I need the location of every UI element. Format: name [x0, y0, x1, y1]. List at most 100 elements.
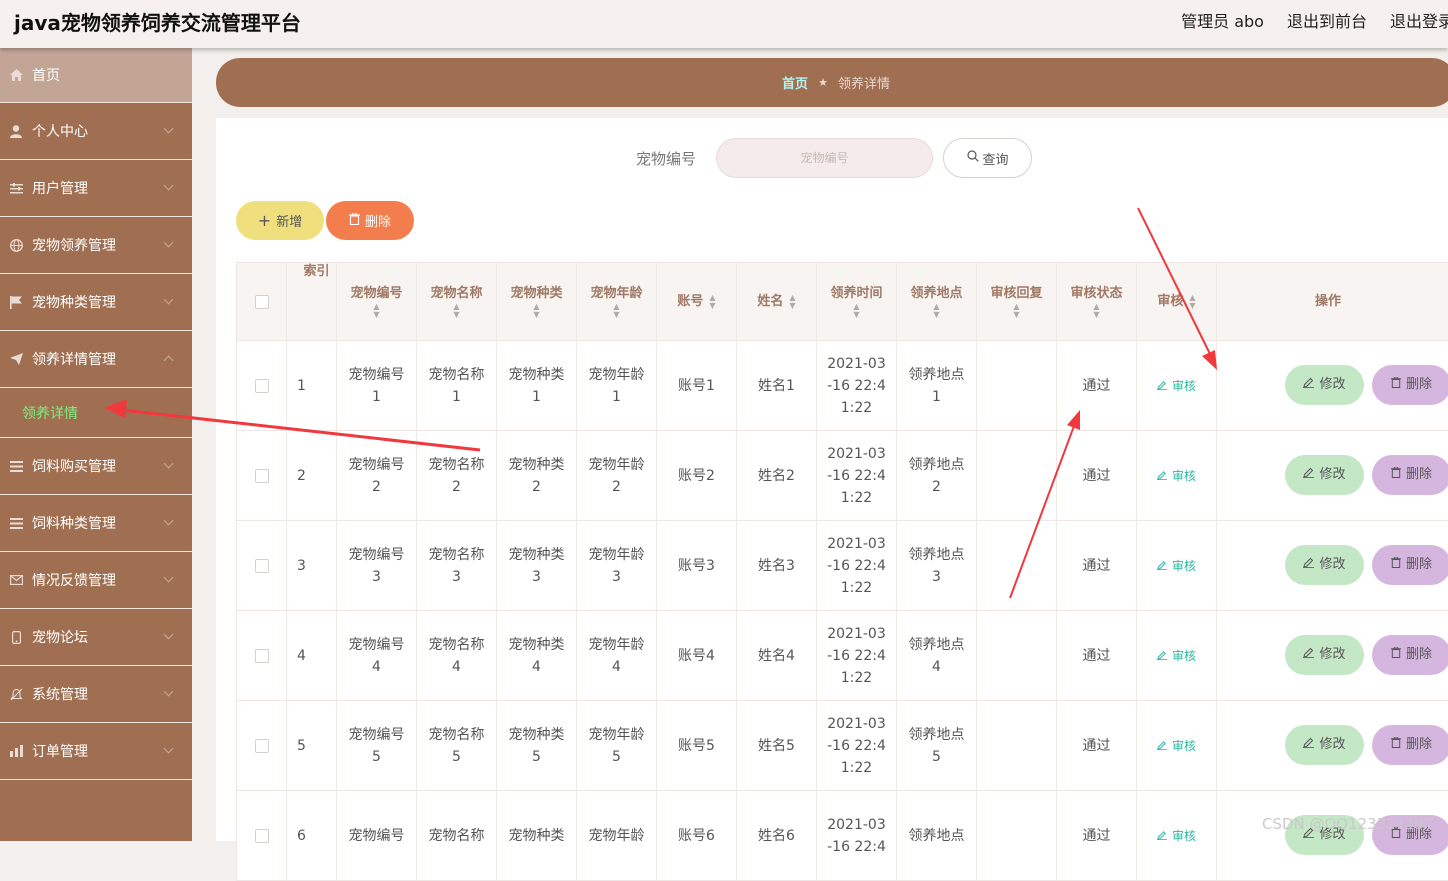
audit-link-label: 审核 [1172, 645, 1196, 667]
cell-operations: 修改删除 [1217, 521, 1439, 610]
audit-link[interactable]: 审核 [1157, 825, 1196, 847]
audit-link[interactable]: 审核 [1157, 465, 1196, 487]
cell-status: 通过 [1057, 341, 1137, 430]
cell-pet-age: 宠物年龄 5 [577, 701, 657, 790]
sidebar-item-users[interactable]: 用户管理 [0, 160, 192, 217]
cell-name: 姓名3 [737, 521, 817, 610]
header-audit-reply[interactable]: 审核回复▲▼ [977, 263, 1057, 340]
header-account[interactable]: 账号▲▼ [657, 263, 737, 340]
cell-account: 账号5 [657, 701, 737, 790]
header-pet-no[interactable]: 宠物编号▲▼ [337, 263, 417, 340]
row-checkbox[interactable] [255, 739, 269, 753]
cell-index: 5 [287, 701, 337, 790]
search-bar: 宠物编号 宠物编号 查询 [636, 138, 1032, 178]
header-pet-age[interactable]: 宠物年龄▲▼ [577, 263, 657, 340]
header-label: 审核 [1157, 293, 1183, 311]
search-input[interactable]: 宠物编号 [716, 138, 933, 178]
audit-link[interactable]: 审核 [1157, 645, 1196, 667]
delete-label: 删除 [1406, 644, 1432, 666]
row-delete-button[interactable]: 删除 [1372, 635, 1448, 675]
search-button[interactable]: 查询 [943, 138, 1032, 178]
search-icon [967, 150, 979, 166]
sidebar-item-feed-purchase[interactable]: 饲料购买管理 [0, 438, 192, 495]
audit-link[interactable]: 审核 [1157, 375, 1196, 397]
sidebar-item-feedback[interactable]: 情况反馈管理 [0, 552, 192, 609]
edit-label: 修改 [1319, 644, 1345, 666]
row-delete-button[interactable]: 删除 [1372, 545, 1448, 585]
cell-operations: 修改 删除 [1217, 611, 1439, 700]
header-label: 索引 [303, 263, 329, 281]
sidebar-item-adoption-detail[interactable]: 领养详情管理 [0, 331, 192, 388]
row-edit-button[interactable]: 修改 [1285, 365, 1364, 405]
cell-account: 账号1 [657, 341, 737, 430]
row-edit-button[interactable]: 修改 [1285, 635, 1364, 675]
cell-reply [977, 521, 1057, 610]
table-row: 4宠物编号 4宠物名称 4宠物种类 4宠物年龄 4账号4姓名42021-03 -… [237, 611, 1448, 701]
table-row: 6宠物编号宠物名称宠物种类宠物年龄账号6姓名62021-03 -16 22:4领… [237, 791, 1448, 881]
cell-pet-kind: 宠物种类 5 [497, 701, 577, 790]
row-delete-button[interactable]: 删除 [1372, 725, 1448, 765]
audit-link[interactable]: 审核 [1157, 735, 1196, 757]
audit-link[interactable]: 审核 [1157, 555, 1196, 577]
header-adopt-place[interactable]: 领养地点▲▼ [897, 263, 977, 340]
sidebar-item-personal[interactable]: 个人中心 [0, 103, 192, 160]
cell-pet-no: 宠物编号 2 [337, 431, 417, 520]
row-delete-button[interactable]: 删除 [1372, 365, 1448, 405]
admin-user-link[interactable]: 管理员 abo [1181, 8, 1264, 32]
header-index: 索引 [287, 263, 337, 340]
submenu-adoption-detail[interactable]: 领养详情 [0, 388, 192, 438]
row-checkbox[interactable] [255, 649, 269, 663]
sort-icon: ▲▼ [373, 303, 379, 319]
trash-icon [1391, 464, 1401, 486]
cell-operations: 修改删除 [1217, 341, 1439, 430]
chevron-down-icon [164, 181, 174, 191]
sidebar-item-pet-adoption[interactable]: 宠物领养管理 [0, 217, 192, 274]
cell-audit: 审核 [1137, 611, 1217, 700]
row-select [237, 611, 287, 700]
user-icon [8, 124, 24, 138]
edit-icon [1303, 734, 1314, 756]
sidebar-item-system[interactable]: 系统管理 [0, 666, 192, 723]
header-pet-kind[interactable]: 宠物种类▲▼ [497, 263, 577, 340]
breadcrumb-home[interactable]: 首页 [782, 73, 808, 92]
row-checkbox[interactable] [255, 379, 269, 393]
row-checkbox[interactable] [255, 469, 269, 483]
edit-icon [1303, 374, 1314, 396]
header-audit[interactable]: 审核▲▼ [1137, 263, 1217, 340]
cell-operations: 修改删除 [1217, 791, 1439, 880]
add-button[interactable]: + 新增 [236, 201, 324, 240]
cell-account: 账号2 [657, 431, 737, 520]
header-pet-name[interactable]: 宠物名称▲▼ [417, 263, 497, 340]
sort-icon: ▲▼ [453, 303, 459, 319]
data-table: 索引 宠物编号▲▼ 宠物名称▲▼ 宠物种类▲▼ 宠物年龄▲▼ 账号▲▼ 姓名▲▼… [236, 262, 1448, 881]
back-to-front-link[interactable]: 退出到前台 [1287, 8, 1367, 32]
header-label: 姓名 [757, 293, 783, 311]
row-edit-button[interactable]: 修改 [1285, 455, 1364, 495]
sort-icon: ▲▼ [613, 303, 619, 319]
header-name[interactable]: 姓名▲▼ [737, 263, 817, 340]
row-checkbox[interactable] [255, 559, 269, 573]
sidebar-item-home[interactable]: 首页 [0, 48, 192, 103]
cell-pet-age: 宠物年龄 [577, 791, 657, 880]
sidebar-item-pet-kind[interactable]: 宠物种类管理 [0, 274, 192, 331]
sidebar-item-orders[interactable]: 订单管理 [0, 723, 192, 780]
sort-icon: ▲▼ [933, 303, 939, 319]
sidebar-item-forum[interactable]: 宠物论坛 [0, 609, 192, 666]
cell-index: 2 [287, 431, 337, 520]
sidebar-item-feed-kind[interactable]: 饲料种类管理 [0, 495, 192, 552]
logout-link[interactable]: 退出登录 [1390, 8, 1448, 32]
delete-button-label: 删除 [365, 211, 391, 230]
cell-name: 姓名4 [737, 611, 817, 700]
header-adopt-time[interactable]: 领养时间▲▼ [817, 263, 897, 340]
batch-delete-button[interactable]: 删除 [326, 201, 414, 240]
row-checkbox[interactable] [255, 829, 269, 843]
audit-pen-icon [1157, 645, 1167, 667]
header-audit-status[interactable]: 审核状态▲▼ [1057, 263, 1137, 340]
content-panel: 宠物编号 宠物编号 查询 + 新增 删除 索引 宠物编号▲▼ 宠物名称▲▼ 宠物… [216, 118, 1448, 841]
select-all-checkbox[interactable] [255, 295, 269, 309]
cell-pet-kind: 宠物种类 [497, 791, 577, 880]
header-label: 账号 [677, 293, 703, 311]
row-edit-button[interactable]: 修改 [1285, 545, 1364, 585]
row-delete-button[interactable]: 删除 [1372, 455, 1448, 495]
row-edit-button[interactable]: 修改 [1285, 725, 1364, 765]
